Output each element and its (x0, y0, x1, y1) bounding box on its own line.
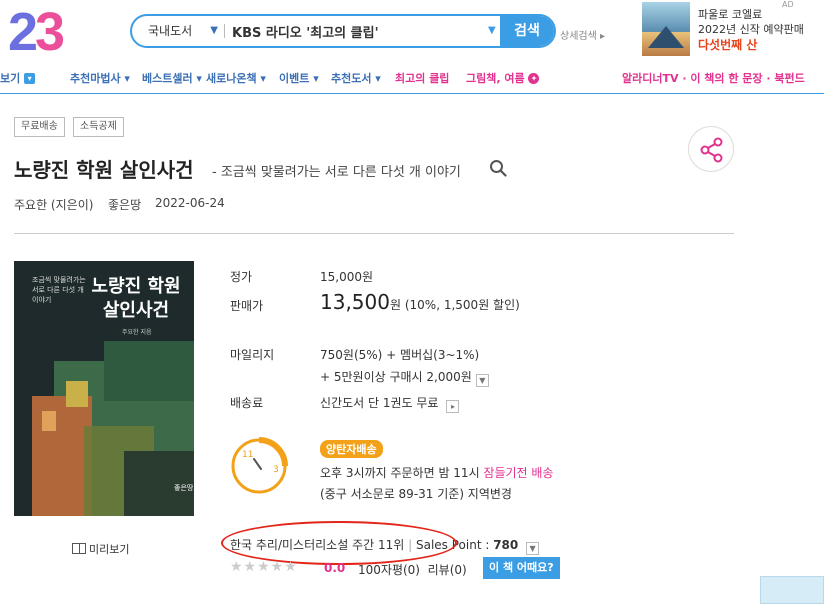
main-nav: 보기 ▾ 추천마법사 ▾ 베스트셀러 ▾ 새로나온책 ▾ 이벤트 ▾ 추천도서 … (0, 70, 824, 88)
nav-item-new-books[interactable]: 새로나온책 ▾ (206, 70, 266, 86)
sale-price: 13,500원 (10%, 1,500원 할인) (320, 290, 520, 314)
book-icon (72, 543, 86, 554)
search-icon[interactable] (489, 159, 507, 177)
search-input[interactable] (232, 16, 492, 46)
list-price-label: 정가 (230, 270, 253, 284)
nav-item-picture-books[interactable]: 그림책, 여름 ✦ (466, 70, 540, 86)
tag-tax-deduction: 소득공제 (73, 117, 124, 137)
cover-shape (104, 341, 194, 401)
rating-score: 0.0 (324, 561, 346, 575)
mileage-label: 마일리지 (230, 348, 275, 362)
svg-text:11: 11 (242, 450, 253, 460)
ad-author[interactable]: 파울로 코엘료 (698, 6, 762, 22)
dropdown-icon: ▾ (24, 73, 36, 84)
delivery-line2[interactable]: (중구 서소문로 89-31 기준) 지역변경 (320, 485, 512, 502)
cover-publisher: 좋은땅 (174, 484, 194, 492)
share-icon (700, 137, 723, 163)
ad-title[interactable]: 다섯번째 산 (698, 36, 757, 53)
search-button[interactable]: 검색 (500, 16, 554, 46)
chevron-down-icon[interactable]: ▼ (488, 16, 496, 46)
chevron-down-icon: ▼ (210, 25, 218, 36)
express-delivery-badge: 양탄자배송 (320, 440, 383, 458)
review-link[interactable]: 리뷰(0) (428, 563, 467, 577)
side-widget[interactable] (760, 576, 824, 604)
shipping-label: 배송료 (230, 396, 264, 410)
cover-shape (66, 381, 88, 407)
short-review-link[interactable]: 100자평(0) (358, 563, 420, 577)
chevron-right-icon[interactable]: ▸ (446, 400, 460, 413)
svg-text:3: 3 (273, 465, 279, 475)
how-is-this-book-button[interactable]: 이 책 어때요? (483, 557, 560, 579)
page-subtitle: - 조금씩 맞물려가는 서로 다른 다섯 개 이야기 (212, 165, 461, 180)
nav-item-events[interactable]: 이벤트 ▾ (279, 70, 319, 86)
gift-icon: ✦ (528, 73, 540, 84)
list-price: 15,000원 (320, 270, 374, 284)
shipping-info: 신간도서 단 1권도 무료 ▸ (320, 394, 460, 413)
cover-shape (32, 396, 92, 516)
aladin-logo[interactable]: 23 (8, 4, 65, 60)
nav-divider (0, 93, 824, 94)
search-bar: 국내도서 ▼ ▼ 검색 (130, 14, 556, 48)
preview-button[interactable]: 미리보기 (72, 541, 129, 557)
sale-price-label: 판매가 (230, 299, 264, 313)
publisher-link[interactable]: 좋은땅 (108, 196, 141, 213)
page-title: 노량진 학원 살인사건 (14, 158, 194, 182)
cover-author: 주요한 지음 (122, 329, 152, 336)
ad-subtitle[interactable]: 2022년 신작 예약판매 (698, 21, 804, 37)
nav-item-best-clip[interactable]: 최고의 클립 (395, 70, 449, 86)
section-divider (14, 233, 734, 234)
publish-date: 2022-06-24 (155, 196, 225, 210)
author-link[interactable]: 주요한 (지은이) (14, 196, 93, 213)
cover-tagline: 조금씩 맞물려가는 서로 다른 다섯 개 이야기 (32, 276, 86, 304)
nav-item-bestseller[interactable]: 베스트셀러 ▾ (142, 70, 202, 86)
review-counts: 100자평(0) 리뷰(0) (358, 561, 467, 578)
mileage-line1: 750원(5%) + 멤버십(3~1%) (320, 348, 480, 362)
nav-item-recommend-wizard[interactable]: 추천마법사 ▾ (70, 70, 130, 86)
advanced-search-link[interactable]: 상세검색 ▸ (560, 27, 605, 42)
share-button[interactable] (688, 126, 734, 172)
mileage-line2: + 5만원이상 구매시 2,000원 ▼ (320, 368, 489, 387)
tag-free-shipping: 무료배송 (14, 117, 65, 137)
nav-item-recommended[interactable]: 추천도서 ▾ (331, 70, 381, 86)
chevron-down-icon[interactable]: ▼ (475, 374, 489, 387)
ad-label: AD (782, 0, 794, 9)
cover-title: 노량진 학원 살인사건 (91, 276, 181, 321)
delivery-line1: 오후 3시까지 주문하면 밤 11시 잠들기전 배송 (320, 466, 554, 480)
nav-right-links[interactable]: 알라디너TV · 이 책의 한 문장 · 북펀드 (622, 70, 805, 86)
mountain-shape (648, 26, 684, 48)
cover-shape (42, 411, 56, 431)
book-cover[interactable]: 조금씩 맞물려가는 서로 다른 다섯 개 이야기 노량진 학원 살인사건 주요한 … (14, 261, 194, 516)
delivery-clock-icon: 11 3 (231, 437, 288, 494)
search-category-select[interactable]: 국내도서 ▼ (132, 16, 224, 46)
chevron-down-icon[interactable]: ▼ (526, 542, 540, 555)
nav-item-view[interactable]: 보기 ▾ (0, 70, 36, 86)
rating-stars: ★★★★★ (230, 559, 298, 575)
divider (224, 24, 225, 38)
ad-book-thumbnail[interactable] (642, 2, 690, 56)
